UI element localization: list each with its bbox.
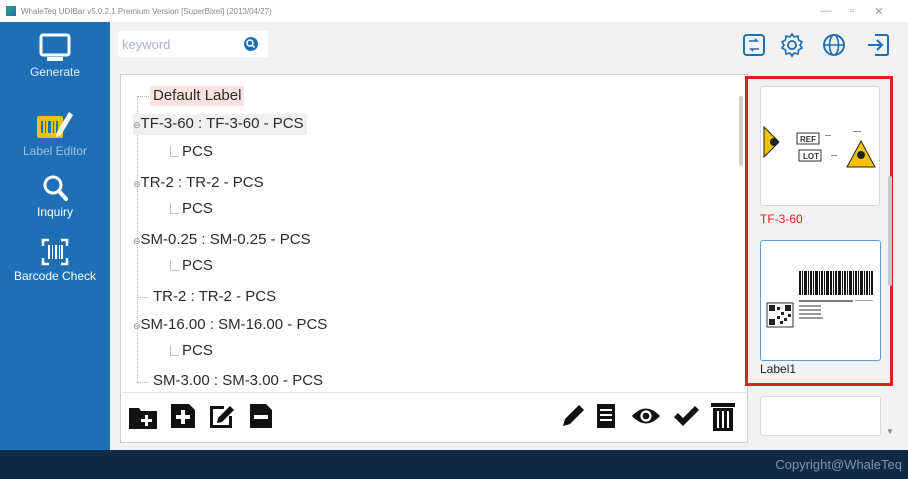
label-swap-icon[interactable] <box>740 31 768 59</box>
copyright-text: Copyright@WhaleTeq <box>775 457 902 472</box>
tree-node-child[interactable]: PCS <box>182 142 213 162</box>
eye-icon[interactable] <box>631 401 661 431</box>
tree-node-child[interactable]: PCS <box>182 199 213 219</box>
tree-branch <box>170 203 179 214</box>
check-icon[interactable] <box>671 401 701 431</box>
tree-node[interactable]: ⊖SM-0.25 : SM-0.25 - PCS <box>133 230 311 251</box>
app-icon <box>6 6 16 16</box>
add-icon[interactable] <box>168 401 198 431</box>
tree-connector <box>137 96 149 97</box>
tree-connector <box>137 382 149 383</box>
logout-icon[interactable] <box>864 31 892 59</box>
tree-node-child[interactable]: PCS <box>182 341 213 361</box>
tree-node[interactable]: SM-3.00 : SM-3.00 - PCS <box>153 371 323 391</box>
tree-node[interactable]: ⊖SM-16.00 : SM-16.00 - PCS <box>133 315 327 336</box>
sidebar-item-label-editor[interactable]: Label Editor <box>0 106 110 158</box>
footer: Copyright@WhaleTeq <box>0 450 908 479</box>
tree-scrollbar[interactable] <box>739 96 743 166</box>
tree-branch <box>170 345 179 356</box>
sidebar-item-label: Label Editor <box>22 144 88 158</box>
sidebar-item-label: Inquiry <box>36 205 74 219</box>
search-input[interactable] <box>118 31 246 57</box>
search-icon[interactable] <box>244 37 258 51</box>
list-icon[interactable] <box>591 401 621 431</box>
trash-icon[interactable] <box>708 401 738 431</box>
tree-node-root[interactable]: Default Label <box>150 86 245 106</box>
monitor-icon <box>39 33 71 61</box>
sidebar-item-label: Barcode Check <box>13 269 97 283</box>
search-box <box>118 31 268 57</box>
tree-node[interactable]: TR-2 : TR-2 - PCS <box>153 287 276 307</box>
tree-branch <box>170 260 179 271</box>
search-icon <box>43 175 68 201</box>
tree-node-label: TF-3-60 : TF-3-60 - PCS <box>140 115 304 132</box>
remove-icon[interactable] <box>246 401 276 431</box>
sidebar-item-label: Generate <box>29 65 81 79</box>
tree-node-child[interactable]: PCS <box>182 256 213 276</box>
tree-node-label: SM-16.00 : SM-16.00 - PCS <box>140 316 328 333</box>
close-button[interactable]: ✕ <box>866 0 892 22</box>
label-preview-card[interactable] <box>760 396 881 436</box>
scroll-down-icon[interactable]: ▼ <box>886 427 894 436</box>
sidebar-item-generate[interactable]: Generate <box>0 33 110 79</box>
add-folder-icon[interactable] <box>128 401 158 431</box>
highlight-box <box>745 76 893 386</box>
gear-icon[interactable] <box>778 31 806 59</box>
sidebar <box>0 22 110 450</box>
tree-node-label: TR-2 : TR-2 - PCS <box>140 174 264 191</box>
edit-icon[interactable] <box>207 401 237 431</box>
preview-scrollbar[interactable]: ▼ <box>884 80 896 436</box>
tree-node[interactable]: ⊖TR-2 : TR-2 - PCS <box>133 173 264 194</box>
pencil-icon[interactable] <box>558 401 588 431</box>
globe-icon[interactable] <box>820 31 848 59</box>
tree-branch <box>170 146 179 157</box>
scrollbar-thumb[interactable] <box>888 176 892 286</box>
label-edit-icon <box>37 112 73 138</box>
sidebar-item-inquiry[interactable]: Inquiry <box>0 173 110 219</box>
maximize-button[interactable]: ▫ <box>839 0 865 22</box>
tree-node[interactable]: ⊖TF-3-60 : TF-3-60 - PCS <box>133 114 307 135</box>
barcode-scan-icon <box>41 238 69 266</box>
minimize-button[interactable]: — <box>813 0 839 22</box>
sidebar-item-barcode-check[interactable]: Barcode Check <box>0 237 110 283</box>
window-title: WhaleTeq UDIBar v5.0.2.1 Premium Version… <box>21 6 272 16</box>
title-bar: WhaleTeq UDIBar v5.0.2.1 Premium Version… <box>0 0 908 22</box>
tree-connector <box>137 297 149 298</box>
tree-node-label: SM-0.25 : SM-0.25 - PCS <box>140 231 311 248</box>
